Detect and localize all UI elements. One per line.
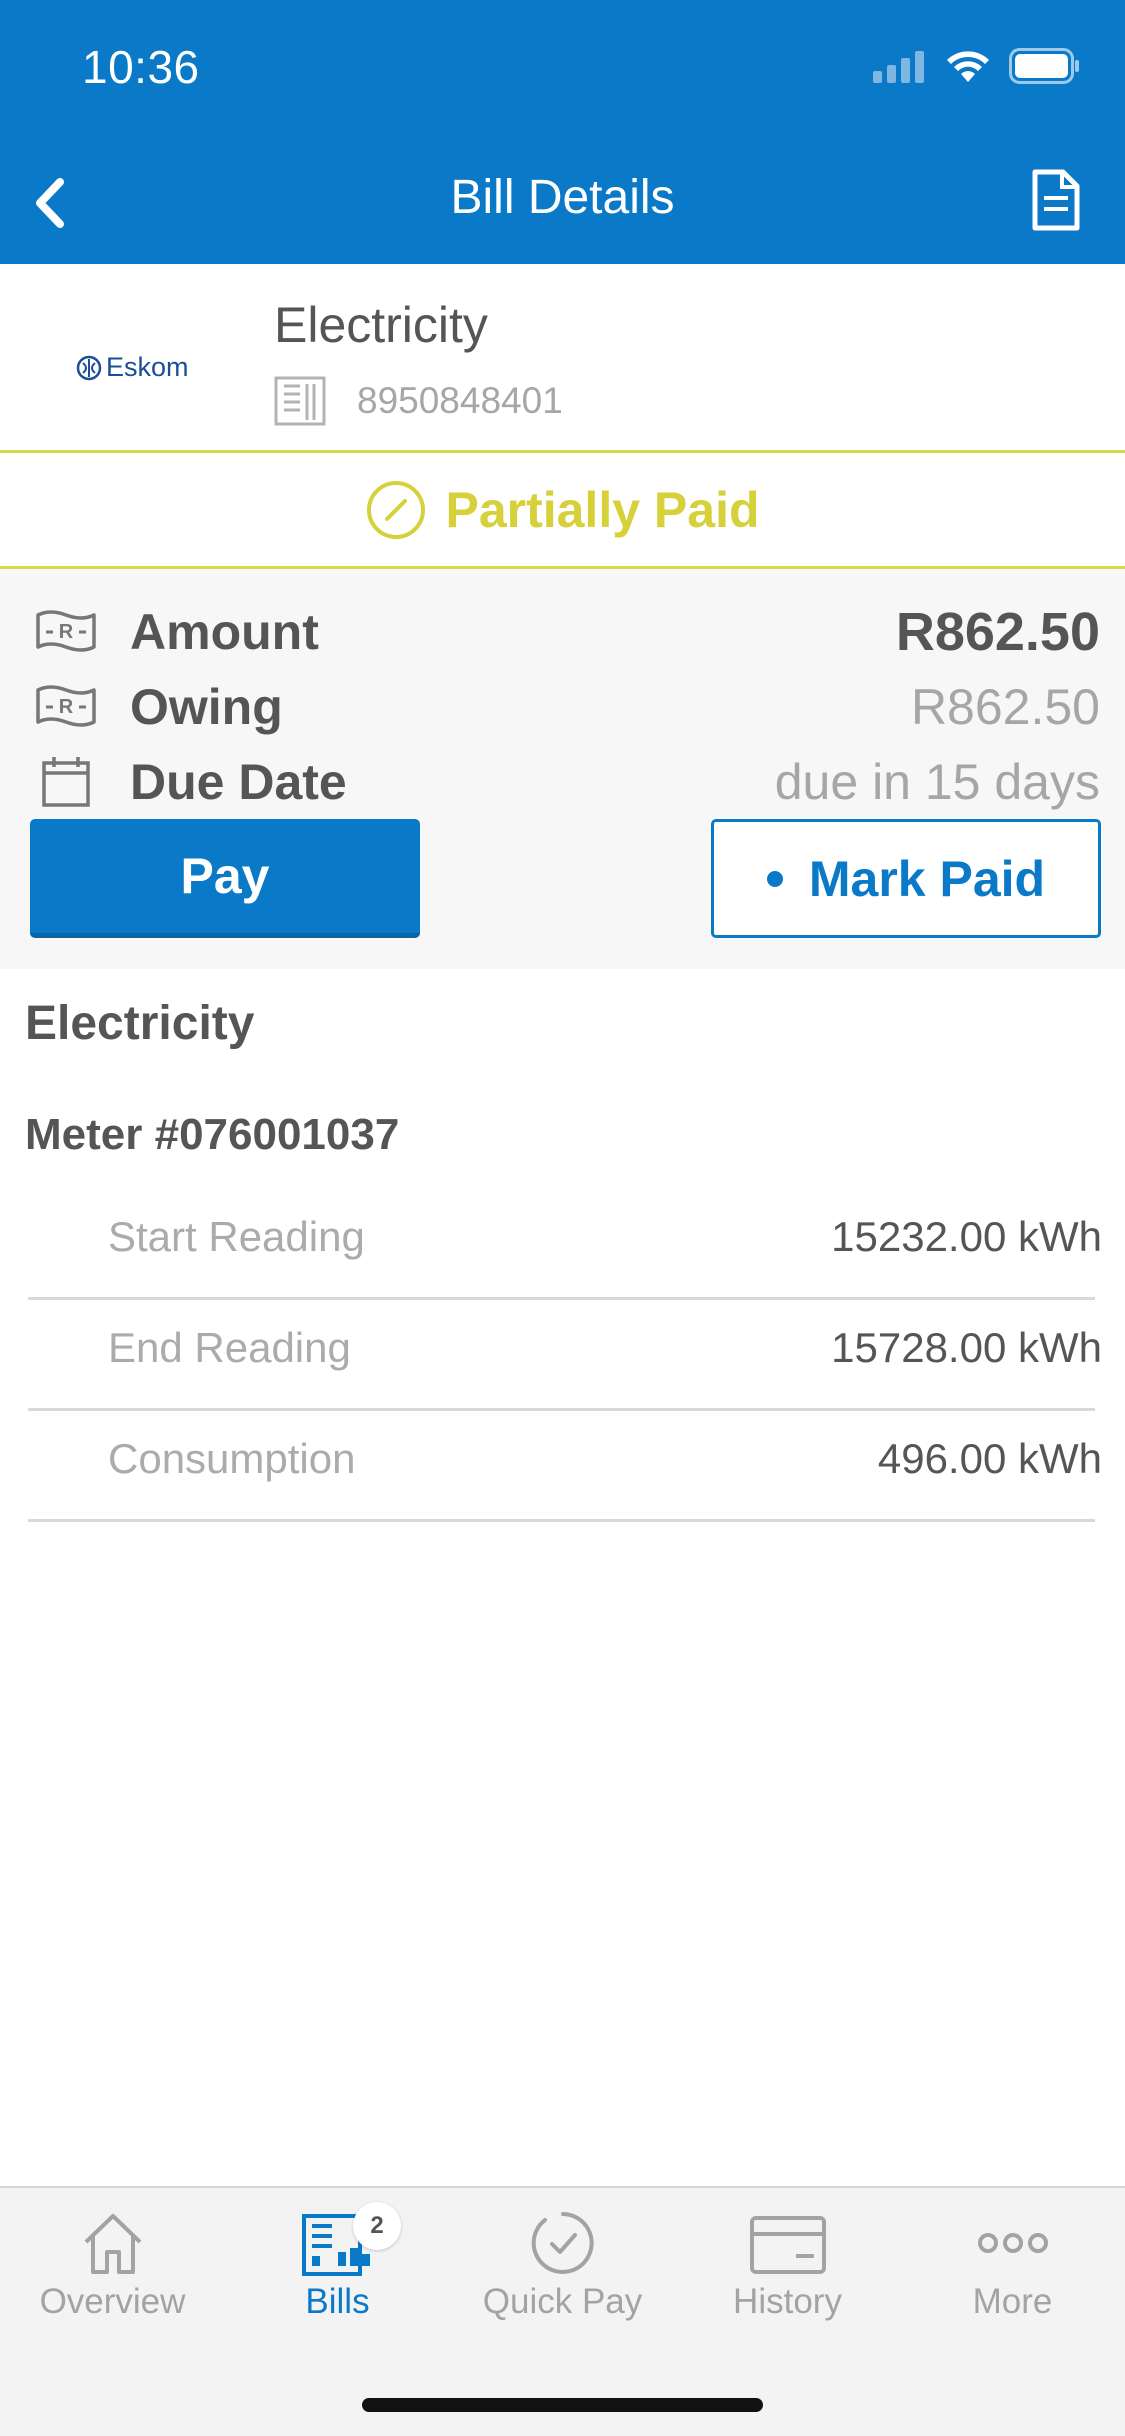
status-label: Partially Paid <box>445 482 760 538</box>
wifi-icon <box>947 51 989 82</box>
tab-bar: Overview 2 Bills Quick Pay History More <box>0 2186 1125 2436</box>
due-date-label: Due Date <box>130 754 347 810</box>
amount-value: R862.50 <box>895 602 1100 662</box>
tab-quick-pay[interactable]: Quick Pay <box>450 2208 675 2338</box>
tab-more[interactable]: More <box>900 2208 1125 2338</box>
account-number-icon <box>274 376 326 426</box>
tab-bills[interactable]: 2 Bills <box>225 2202 450 2338</box>
home-icon <box>84 2214 141 2274</box>
tab-history[interactable]: History <box>675 2208 900 2338</box>
logo-text: Eskom <box>106 352 189 382</box>
reading-row: Start Reading 15232.00 kWh <box>28 1189 1102 1300</box>
more-icon <box>977 2233 1048 2253</box>
owing-label: Owing <box>130 679 283 735</box>
banknote-icon: R <box>36 610 96 652</box>
account-number: 8950848401 <box>357 380 563 421</box>
owing-value: R862.50 <box>910 679 1100 735</box>
quick-pay-icon <box>531 2212 594 2274</box>
reading-row: End Reading 15728.00 kWh <box>28 1300 1102 1411</box>
pay-button[interactable]: Pay <box>30 819 420 938</box>
reading-value: 15232.00 kWh <box>831 1213 1102 1260</box>
mark-paid-button[interactable]: Mark Paid <box>711 819 1101 938</box>
meter-title: Meter #076001037 <box>25 1110 400 1159</box>
reading-row: Consumption 496.00 kWh <box>28 1411 1102 1522</box>
mark-paid-label: Mark Paid <box>808 850 1046 907</box>
tab-label: Quick Pay <box>482 2282 643 2321</box>
document-button[interactable] <box>1025 168 1085 232</box>
home-indicator[interactable] <box>362 2398 763 2412</box>
calendar-icon <box>42 757 90 807</box>
card-icon <box>749 2216 826 2274</box>
document-icon <box>1032 169 1080 231</box>
status-time: 10:36 <box>82 41 200 93</box>
tab-label: History <box>733 2282 842 2321</box>
status-banner: Partially Paid <box>0 450 1125 569</box>
amount-label: Amount <box>130 604 319 660</box>
amount-row: R Amount R862.50 <box>0 597 1125 667</box>
details-section-title: Electricity <box>25 997 255 1050</box>
biller-name: Electricity <box>274 297 488 353</box>
tab-overview[interactable]: Overview <box>0 2208 225 2338</box>
biller-logo: Eskom <box>76 352 189 383</box>
reading-label: Consumption <box>108 1435 356 1482</box>
svg-text:R: R <box>59 696 74 718</box>
cellular-signal-icon <box>873 51 924 83</box>
bullet-icon <box>766 870 783 887</box>
owing-row: R Owing R862.50 <box>0 672 1125 742</box>
reading-value: 15728.00 kWh <box>831 1324 1102 1371</box>
bills-badge: 2 <box>353 2202 401 2250</box>
svg-text:R: R <box>59 621 74 643</box>
tab-label: Overview <box>39 2282 186 2321</box>
tab-label: More <box>972 2282 1053 2321</box>
reading-value: 496.00 kWh <box>877 1435 1102 1482</box>
due-date-value: due in 15 days <box>774 754 1100 810</box>
status-icons <box>873 48 1081 84</box>
partial-status-icon <box>367 481 426 539</box>
tab-label: Bills <box>305 2282 370 2321</box>
app-header: 10:36 Bill Details <box>0 0 1125 264</box>
eskom-logo-icon <box>76 355 102 380</box>
reading-label: End Reading <box>108 1324 351 1371</box>
reading-label: Start Reading <box>108 1213 365 1260</box>
battery-icon <box>1009 48 1079 84</box>
banknote-icon: R <box>36 685 96 727</box>
page-title: Bill Details <box>450 171 675 224</box>
due-date-row: Due Date due in 15 days <box>0 747 1125 817</box>
